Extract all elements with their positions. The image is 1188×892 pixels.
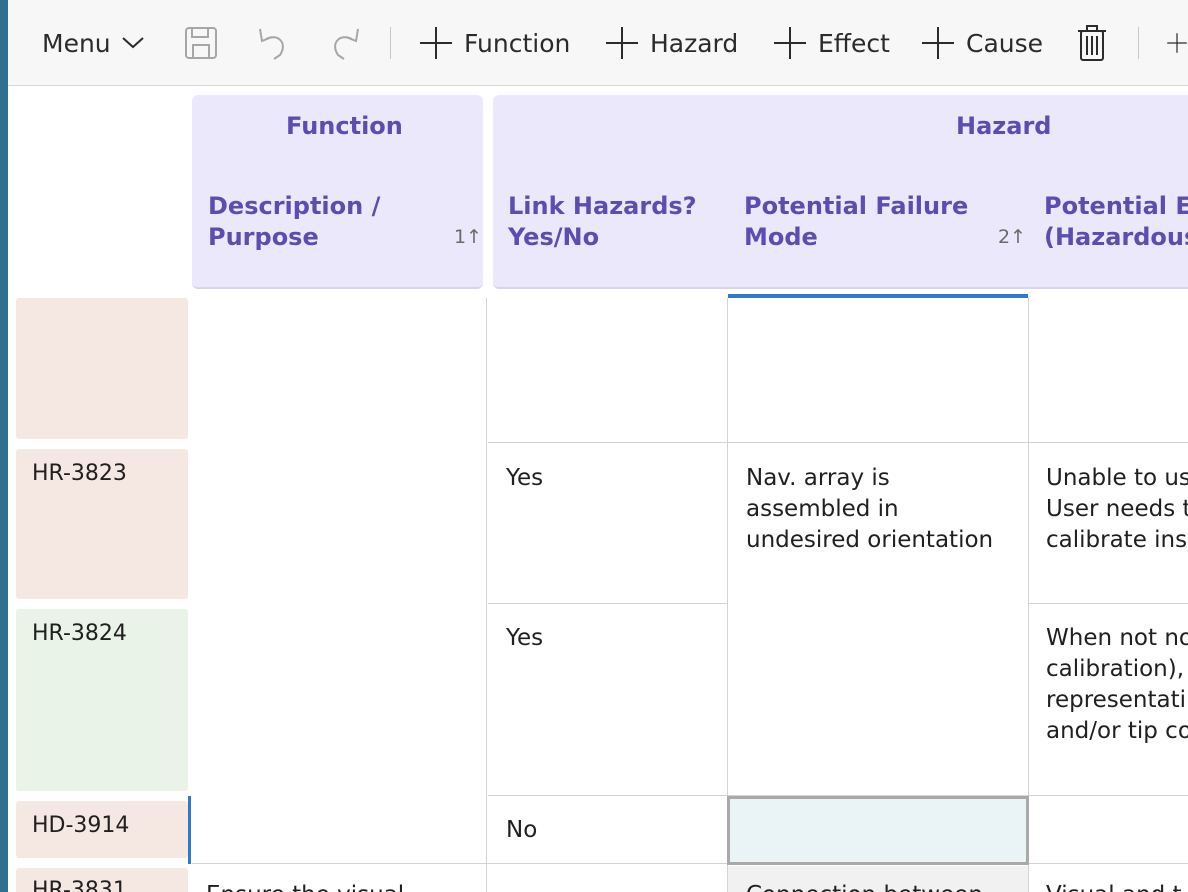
grid-line [488,442,1188,443]
cell-line: calibration), [1046,656,1185,682]
grid-line [488,603,727,604]
add-cause-button[interactable]: Cause [920,0,1043,86]
column-header-line: (Hazardous [1044,223,1188,251]
cell-line: Nav. array is [746,465,890,491]
row-id: HR-3831 [32,878,127,892]
sort-indicator[interactable]: 1↑ [454,226,482,248]
add-hazard-button[interactable]: Hazard [604,0,738,86]
toolbar-divider [390,27,391,59]
column-header-line: Potential Eff [1044,192,1188,220]
cell-line: calibrate ins [1046,527,1188,553]
effect-cell[interactable]: Unable to us User needs t calibrate ins [1046,463,1188,556]
add-cause-label: Cause [966,28,1044,58]
row-id: HD-3914 [32,813,130,838]
column-header-description[interactable]: Description / Purpose [208,191,380,253]
row-id-cell[interactable]: HR-3823 [16,449,188,599]
plus-icon [922,27,954,59]
plus-icon [774,27,806,59]
row-id-cell[interactable]: HR-3824 [16,609,188,791]
column-header-line: Mode [744,223,818,251]
cell-line: and/or tip co [1046,718,1188,744]
add-hazard-label: Hazard [650,28,739,58]
undo-button[interactable] [256,0,290,86]
column-header-failure-mode[interactable]: Potential Failure Mode [744,191,968,253]
link-hazards-cell[interactable]: No [506,815,537,846]
effect-cell[interactable]: Visual and t [1046,880,1188,892]
cell-line: assembled in [746,496,899,522]
column-header-line: Yes/No [508,223,600,251]
column-header-link-hazards[interactable]: Link Hazards? Yes/No [508,191,697,253]
cell-line: Unable to us [1046,465,1188,491]
column-header-line: Purpose [208,223,319,251]
plus-icon [606,27,638,59]
cell-line: representati [1046,687,1187,713]
row-id: HR-3823 [32,461,127,486]
menu-button[interactable]: Menu [42,0,145,86]
save-button[interactable] [184,0,218,86]
column-header-line: Link Hazards? [508,192,697,220]
row-id: HR-3824 [32,621,127,646]
active-cell-indicator [728,294,1028,298]
selected-cell[interactable] [727,796,1029,865]
cell-line: User needs t [1046,496,1188,522]
delete-button[interactable] [1076,0,1108,86]
column-header-line: Potential Failure [744,192,969,220]
column-header-effect[interactable]: Potential Eff (Hazardous [1044,191,1188,253]
hazard-group-title: Hazard [956,112,1052,140]
description-cell[interactable]: Ensure the visual [206,880,484,892]
sort-indicator[interactable]: 2↑ [998,226,1026,248]
column-header-line: Description / [208,192,381,220]
link-hazards-cell[interactable]: Yes [506,623,543,654]
row-id-cell[interactable] [16,298,188,439]
redo-icon [334,28,359,60]
cell-line: undesired orientation [746,527,994,553]
failure-mode-cell[interactable]: Nav. array is assembled in undesired ori… [746,463,993,556]
redo-button[interactable] [328,0,362,86]
toolbar: Menu Function Hazard Effect Cause [8,0,1188,86]
toolbar-divider [1138,27,1139,59]
plus-icon [1167,33,1187,53]
effect-cell[interactable]: When not no calibration), representati a… [1046,623,1188,747]
window-left-edge [0,0,8,892]
plus-icon [420,27,452,59]
row-id-cell[interactable]: HR-3831 [16,868,188,892]
current-row-marker [188,796,191,864]
undo-icon [259,28,284,60]
add-function-button[interactable]: Function [418,0,570,86]
grid-line [486,298,487,892]
add-effect-label: Effect [818,28,890,58]
menu-label: Menu [42,28,111,58]
trash-icon [1078,25,1106,61]
add-effect-button[interactable]: Effect [772,0,890,86]
chevron-down-icon [121,37,144,49]
add-function-label: Function [464,28,571,58]
link-hazards-cell[interactable]: Yes [506,463,543,494]
row-id-cell[interactable]: HD-3914 [16,801,188,858]
add-more-button[interactable] [1166,0,1188,86]
failure-mode-cell[interactable]: Connection between [746,880,1026,892]
grid-line [1029,603,1188,604]
function-group-title: Function [286,112,403,140]
cell-line: When not no [1046,625,1188,651]
grid-line [192,863,1188,864]
save-icon [185,27,217,59]
